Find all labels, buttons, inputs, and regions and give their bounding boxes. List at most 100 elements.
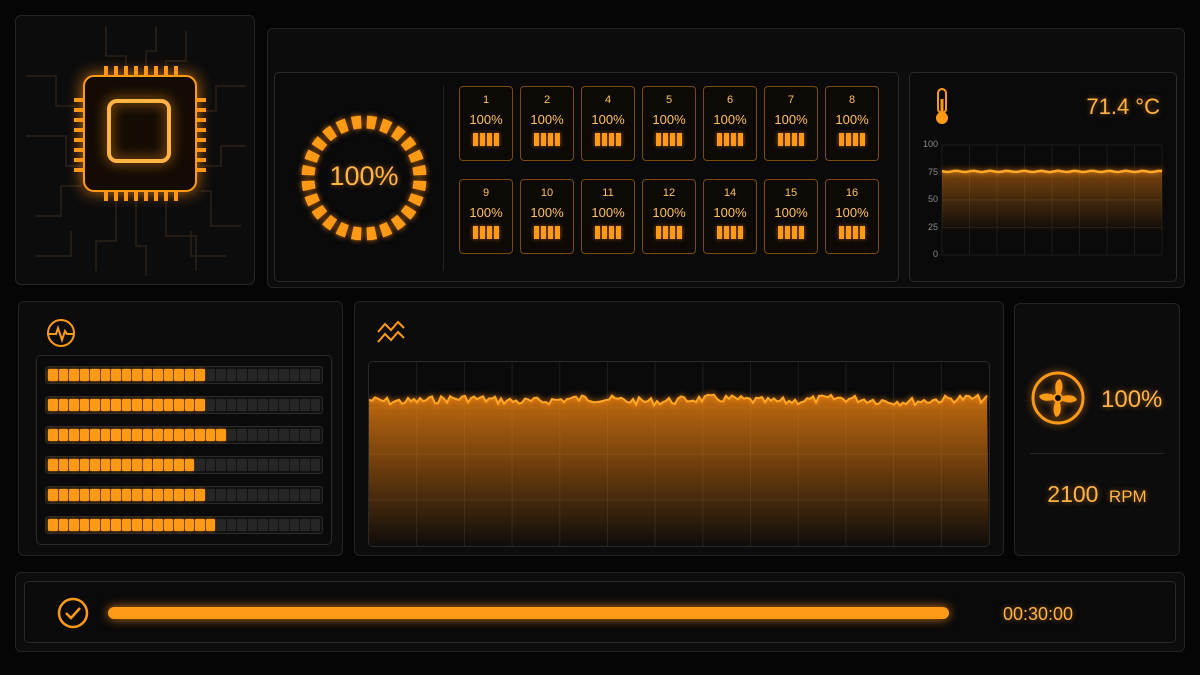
load-bar-segment — [153, 429, 163, 441]
load-bar-segment — [48, 459, 58, 471]
load-bar-segment — [48, 399, 58, 411]
core-load-segment — [534, 133, 539, 146]
core-load-segment — [724, 226, 729, 239]
core-load-segment — [785, 133, 790, 146]
load-bar-segment — [237, 399, 247, 411]
load-bar-segment — [258, 489, 268, 501]
load-bar-segment — [69, 459, 79, 471]
core-load: 100% — [530, 112, 564, 127]
load-bar-segment — [195, 489, 205, 501]
core-load-segment — [717, 133, 722, 146]
core-load-segment — [853, 133, 858, 146]
load-bar-segment — [247, 489, 257, 501]
load-bar-segment — [90, 489, 100, 501]
load-bar-segment — [289, 459, 299, 471]
load-bar-segment — [300, 369, 310, 381]
core-load-segment — [670, 133, 675, 146]
core-load-segment — [792, 226, 797, 239]
core-load-bars — [826, 133, 878, 146]
fan-rpm-unit: RPM — [1108, 487, 1147, 506]
load-bar-segment — [237, 519, 247, 531]
load-bar-segment — [300, 429, 310, 441]
load-bar-segment — [268, 519, 278, 531]
load-bar-segment — [111, 459, 121, 471]
cpu-cores-section: 100% 1 100% 2 100% 4 100% 5 100% 6 100% 7 100% 8 100%… — [274, 72, 899, 282]
core-load: 100% — [774, 205, 808, 220]
load-bar-segment — [100, 519, 110, 531]
gauge-segment — [390, 214, 406, 231]
core-load-segment — [677, 226, 682, 239]
load-bar-segment — [195, 459, 205, 471]
load-bar-segment — [268, 399, 278, 411]
core-load-segment — [656, 226, 661, 239]
load-bar-segment — [121, 429, 131, 441]
load-bar-segment — [163, 519, 173, 531]
temperature-tick: 75 — [927, 166, 938, 177]
gauge-segment — [335, 118, 349, 135]
core-load-segment — [473, 133, 478, 146]
load-bar-segment — [237, 369, 247, 381]
load-bar-segment — [69, 519, 79, 531]
fan-divider — [1030, 453, 1164, 454]
load-bar — [45, 366, 323, 384]
load-bar-segment — [195, 519, 205, 531]
core-load-segment — [846, 226, 851, 239]
load-bar-segment — [90, 369, 100, 381]
pulse-icon — [47, 319, 75, 347]
load-bar-segment — [100, 369, 110, 381]
load-bar-segment — [100, 459, 110, 471]
load-bar-segment — [289, 369, 299, 381]
core-card: 6 100% — [703, 86, 757, 161]
load-bar-segment — [111, 519, 121, 531]
load-bar — [45, 516, 323, 534]
core-card: 5 100% — [642, 86, 696, 161]
load-bar-segment — [268, 459, 278, 471]
fan-panel — [1014, 303, 1180, 556]
load-bar-segment — [142, 459, 152, 471]
gauge-segment — [304, 149, 321, 163]
load-bar-segment — [174, 429, 184, 441]
thermometer-icon — [936, 88, 948, 124]
load-bar-segment — [153, 459, 163, 471]
core-load: 100% — [469, 205, 503, 220]
core-load-segment — [480, 133, 485, 146]
core-card: 14 100% — [703, 179, 757, 254]
core-card: 7 100% — [764, 86, 818, 161]
load-bar-segment — [142, 369, 152, 381]
core-number: 1 — [482, 94, 490, 106]
core-load-segment — [541, 133, 546, 146]
load-bar-segment — [205, 369, 215, 381]
load-bar-segment — [237, 429, 247, 441]
load-bar-segment — [58, 399, 68, 411]
core-load-segment — [839, 226, 844, 239]
load-bar-segment — [247, 459, 257, 471]
load-bar-segment — [310, 399, 320, 411]
core-load-bars — [582, 226, 634, 239]
load-bar-segment — [69, 429, 79, 441]
gauge-segment — [366, 226, 378, 241]
load-bar-segment — [142, 429, 152, 441]
core-number: 8 — [848, 94, 856, 106]
core-load-segment — [792, 133, 797, 146]
load-bar-segment — [289, 399, 299, 411]
load-bar-segment — [153, 399, 163, 411]
core-load-segment — [555, 133, 560, 146]
load-bar-segment — [226, 489, 236, 501]
core-load-segment — [494, 133, 499, 146]
core-load-segment — [677, 133, 682, 146]
load-bar-segment — [79, 399, 89, 411]
load-bar-segment — [258, 519, 268, 531]
load-bar-segment — [216, 489, 226, 501]
core-load-bars — [582, 133, 634, 146]
core-load: 100% — [530, 205, 564, 220]
gauge-segment — [379, 118, 393, 135]
load-bar-segment — [205, 459, 215, 471]
load-bar-segment — [310, 459, 320, 471]
load-bar-segment — [58, 459, 68, 471]
load-bar-segment — [79, 519, 89, 531]
core-load-segment — [494, 226, 499, 239]
load-bar-segment — [163, 489, 173, 501]
core-load-segment — [778, 133, 783, 146]
core-number: 12 — [662, 187, 676, 199]
load-bar-segment — [195, 369, 205, 381]
